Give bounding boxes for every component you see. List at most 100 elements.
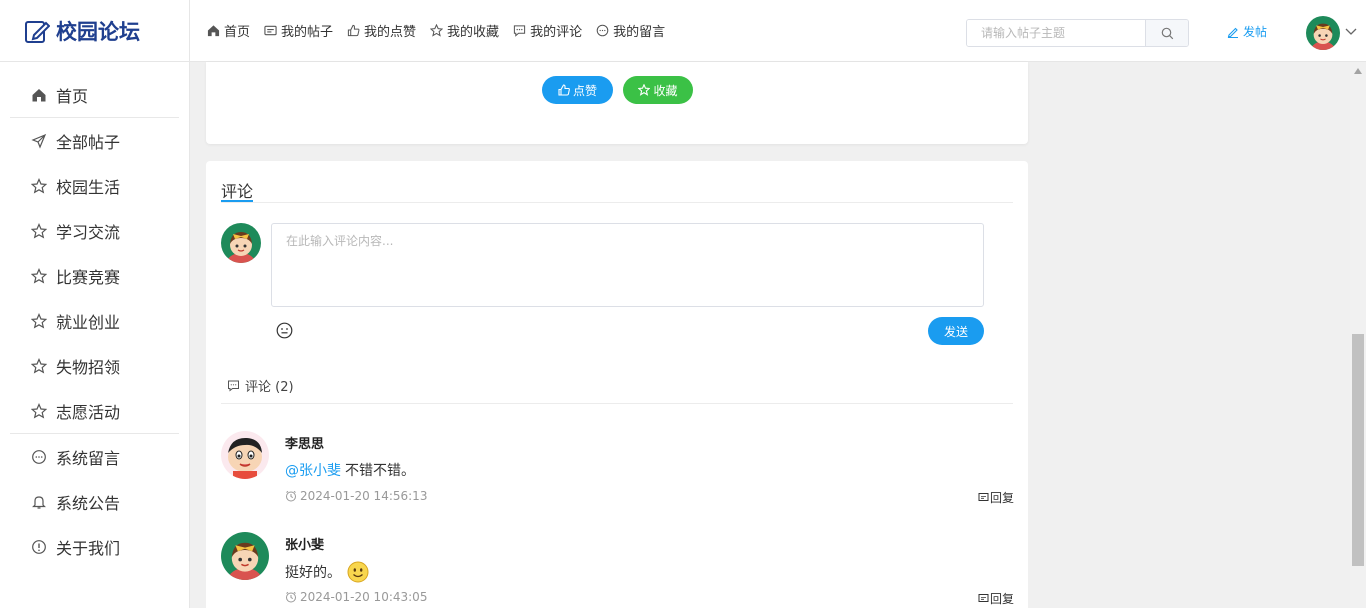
reply-button[interactable]: 回复 (978, 590, 1014, 607)
topnav-home[interactable]: 首页 (200, 0, 257, 62)
sidebar-item-home[interactable]: 首页 (0, 72, 189, 117)
new-post-label: 发帖 (1243, 25, 1268, 39)
topnav-my-messages[interactable]: 我的留言 (589, 0, 672, 62)
comment-text: 不错不错。 (345, 463, 415, 479)
reply-label: 回复 (990, 592, 1015, 606)
info-icon (32, 539, 46, 554)
current-user-avatar (221, 223, 261, 263)
message-icon (32, 449, 46, 464)
star-icon (638, 84, 651, 96)
topnav-my-likes[interactable]: 我的点赞 (340, 0, 423, 62)
search-bar (966, 19, 1189, 47)
avatar-image (1306, 16, 1340, 50)
bell-icon (32, 495, 46, 509)
sidebar-item-announcements[interactable]: 系统公告 (0, 479, 189, 524)
star-icon (31, 357, 47, 374)
send-icon (31, 133, 47, 149)
sidebar-item-label: 校园生活 (56, 177, 121, 197)
top-header: 校园论坛 首页 我的帖子 我的点赞 我的收藏 我的评论 我的留言 请输入帖子主题… (0, 0, 1366, 62)
home-icon (32, 88, 46, 101)
avatar-image (221, 223, 261, 263)
favorite-label: 收藏 (653, 83, 678, 98)
topnav-my-comments[interactable]: 我的评论 (506, 0, 589, 62)
sidebar-item-label: 志愿活动 (56, 402, 121, 422)
scrollbar-thumb[interactable] (1352, 334, 1364, 566)
like-label: 点赞 (572, 83, 597, 98)
comment-time-text: 2024-01-20 10:43:05 (300, 590, 428, 604)
scroll-up-arrow-icon[interactable] (1354, 68, 1362, 74)
comment-time: 2024-01-20 10:43:05 (285, 590, 427, 604)
comment-avatar[interactable] (221, 532, 269, 580)
sidebar-item-label: 全部帖子 (56, 132, 121, 152)
topnav-label: 我的帖子 (281, 25, 334, 40)
favorite-button[interactable]: 收藏 (623, 76, 693, 104)
new-post-button[interactable]: 发帖 (1227, 23, 1267, 40)
sidebar-item-label: 失物招领 (56, 357, 121, 377)
comment-count: 评论 (2) (227, 376, 294, 395)
pencil-icon (1227, 27, 1238, 38)
comment-icon (513, 25, 526, 37)
count-divider (221, 403, 1013, 404)
sidebar-item-label: 就业创业 (56, 312, 121, 332)
like-button[interactable]: 点赞 (542, 76, 613, 104)
comment-input[interactable] (271, 223, 984, 307)
comment-icon (978, 594, 989, 602)
sidebar-item-label: 比赛竞赛 (56, 267, 121, 287)
comment-text-row: 挺好的。 (285, 561, 369, 583)
sidebar: 首页 全部帖子 校园生活 学习交流 比赛竞赛 就业创业 失物招领 志愿活动 系统… (0, 62, 190, 608)
logo[interactable]: 校园论坛 (0, 0, 190, 62)
sidebar-item-career[interactable]: 就业创业 (0, 298, 189, 343)
star-icon (31, 267, 47, 284)
home-icon (207, 25, 220, 37)
comment-mention[interactable]: @张小斐 (285, 460, 341, 480)
topnav-my-posts[interactable]: 我的帖子 (257, 0, 340, 62)
clock-icon (286, 490, 296, 502)
comment-author: 张小斐 (285, 538, 325, 553)
sidebar-item-label: 学习交流 (56, 222, 121, 242)
sidebar-item-label: 首页 (56, 86, 89, 106)
sidebar-item-study[interactable]: 学习交流 (0, 208, 189, 253)
comment-avatar[interactable] (221, 431, 269, 479)
star-icon (31, 177, 47, 194)
search-icon (1161, 27, 1173, 39)
comment-icon (978, 493, 989, 501)
sidebar-item-label: 系统留言 (56, 448, 121, 468)
topnav-label: 我的评论 (530, 25, 583, 40)
sidebar-item-label: 系统公告 (56, 493, 121, 513)
search-button[interactable] (1145, 20, 1188, 46)
chevron-down-icon[interactable] (1345, 26, 1357, 36)
comment-text-row: @张小斐 不错不错。 (285, 460, 415, 480)
sidebar-item-about[interactable]: 关于我们 (0, 524, 189, 569)
thumb-up-icon (347, 24, 360, 37)
comment-time-text: 2024-01-20 14:56:13 (300, 489, 428, 503)
comment-time: 2024-01-20 14:56:13 (285, 489, 427, 503)
send-button[interactable]: 发送 (928, 317, 984, 345)
star-icon (31, 402, 47, 419)
post-icon (264, 25, 277, 36)
message-icon (596, 24, 609, 37)
sidebar-item-volunteer[interactable]: 志愿活动 (0, 388, 189, 433)
smile-emoji-icon (347, 561, 369, 583)
avatar-image (221, 431, 269, 479)
comment-icon (228, 380, 239, 392)
comments-card: 评论 发送 评论 (2) 李思思 @张小斐 不错不错。 2024-01-20 1… (206, 161, 1028, 608)
user-avatar[interactable] (1306, 16, 1340, 50)
logo-text: 校园论坛 (56, 19, 140, 44)
sidebar-item-campus-life[interactable]: 校园生活 (0, 163, 189, 208)
topnav-label: 我的点赞 (364, 25, 417, 40)
sidebar-item-lost-found[interactable]: 失物招领 (0, 343, 189, 388)
thumb-up-icon (558, 84, 570, 96)
clock-icon (286, 591, 296, 603)
topnav-my-favorites[interactable]: 我的收藏 (423, 0, 506, 62)
comment-text: 挺好的。 (285, 565, 341, 581)
star-icon (430, 24, 444, 37)
avatar-image (221, 532, 269, 580)
reply-button[interactable]: 回复 (978, 489, 1014, 506)
sidebar-item-competition[interactable]: 比赛竞赛 (0, 253, 189, 298)
emoji-icon[interactable] (276, 322, 293, 339)
search-input[interactable] (967, 20, 1145, 46)
sidebar-item-all-posts[interactable]: 全部帖子 (0, 118, 189, 163)
top-nav: 首页 我的帖子 我的点赞 我的收藏 我的评论 我的留言 (190, 0, 672, 62)
sidebar-item-system-messages[interactable]: 系统留言 (0, 434, 189, 479)
post-card: 点赞 收藏 (206, 62, 1028, 144)
